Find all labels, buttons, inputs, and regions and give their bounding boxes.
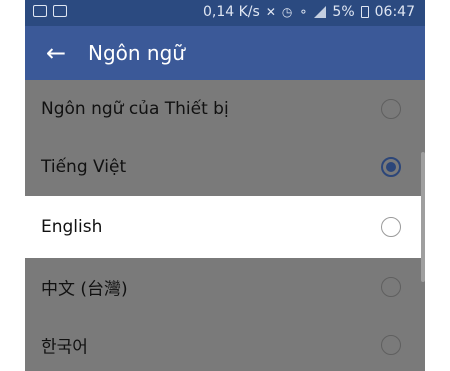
status-bar: 0,14 K/s ✕ ◷ ⚬ 5% 06:47 (25, 0, 425, 26)
language-item-chinese[interactable]: 中文 (台灣) (25, 258, 425, 316)
language-label: 中文 (台灣) (41, 279, 128, 300)
phone-screen: 0,14 K/s ✕ ◷ ⚬ 5% 06:47 ← Ngôn ngữ Ngôn … (25, 0, 425, 371)
language-item-korean[interactable]: 한국어 (25, 316, 425, 371)
radio-button[interactable] (381, 99, 401, 119)
language-item-english[interactable]: English (25, 196, 425, 258)
radio-button-selected[interactable] (381, 157, 401, 177)
signal-icon (314, 6, 327, 18)
radio-button[interactable] (381, 277, 401, 297)
radio-button[interactable] (381, 217, 401, 237)
language-label: Tiếng Việt (41, 157, 127, 177)
battery-percent: 5% (332, 4, 355, 20)
language-item-vietnamese[interactable]: Tiếng Việt (25, 138, 425, 196)
battery-icon (360, 6, 369, 18)
language-label: 한국어 (41, 337, 88, 358)
notification-icon (33, 5, 47, 17)
app-bar: ← Ngôn ngữ (25, 26, 425, 80)
status-bar-right: 0,14 K/s ✕ ◷ ⚬ 5% 06:47 (203, 4, 415, 20)
alarm-icon: ◷ (281, 5, 293, 19)
status-bar-left (33, 5, 67, 17)
radio-button[interactable] (381, 335, 401, 355)
language-label: English (41, 217, 103, 237)
network-speed: 0,14 K/s (202, 4, 260, 20)
mute-icon: ✕ (265, 5, 276, 19)
page-title: Ngôn ngữ (88, 41, 185, 65)
back-arrow-icon[interactable]: ← (41, 38, 71, 68)
message-icon (53, 5, 67, 17)
scrollbar[interactable] (421, 152, 425, 282)
language-label: Ngôn ngữ của Thiết bị (41, 99, 229, 119)
language-item-device[interactable]: Ngôn ngữ của Thiết bị (25, 80, 425, 138)
wifi-icon: ⚬ (298, 5, 309, 19)
clock: 06:47 (374, 4, 415, 20)
language-list: Ngôn ngữ của Thiết bị Tiếng Việt English… (25, 80, 425, 371)
